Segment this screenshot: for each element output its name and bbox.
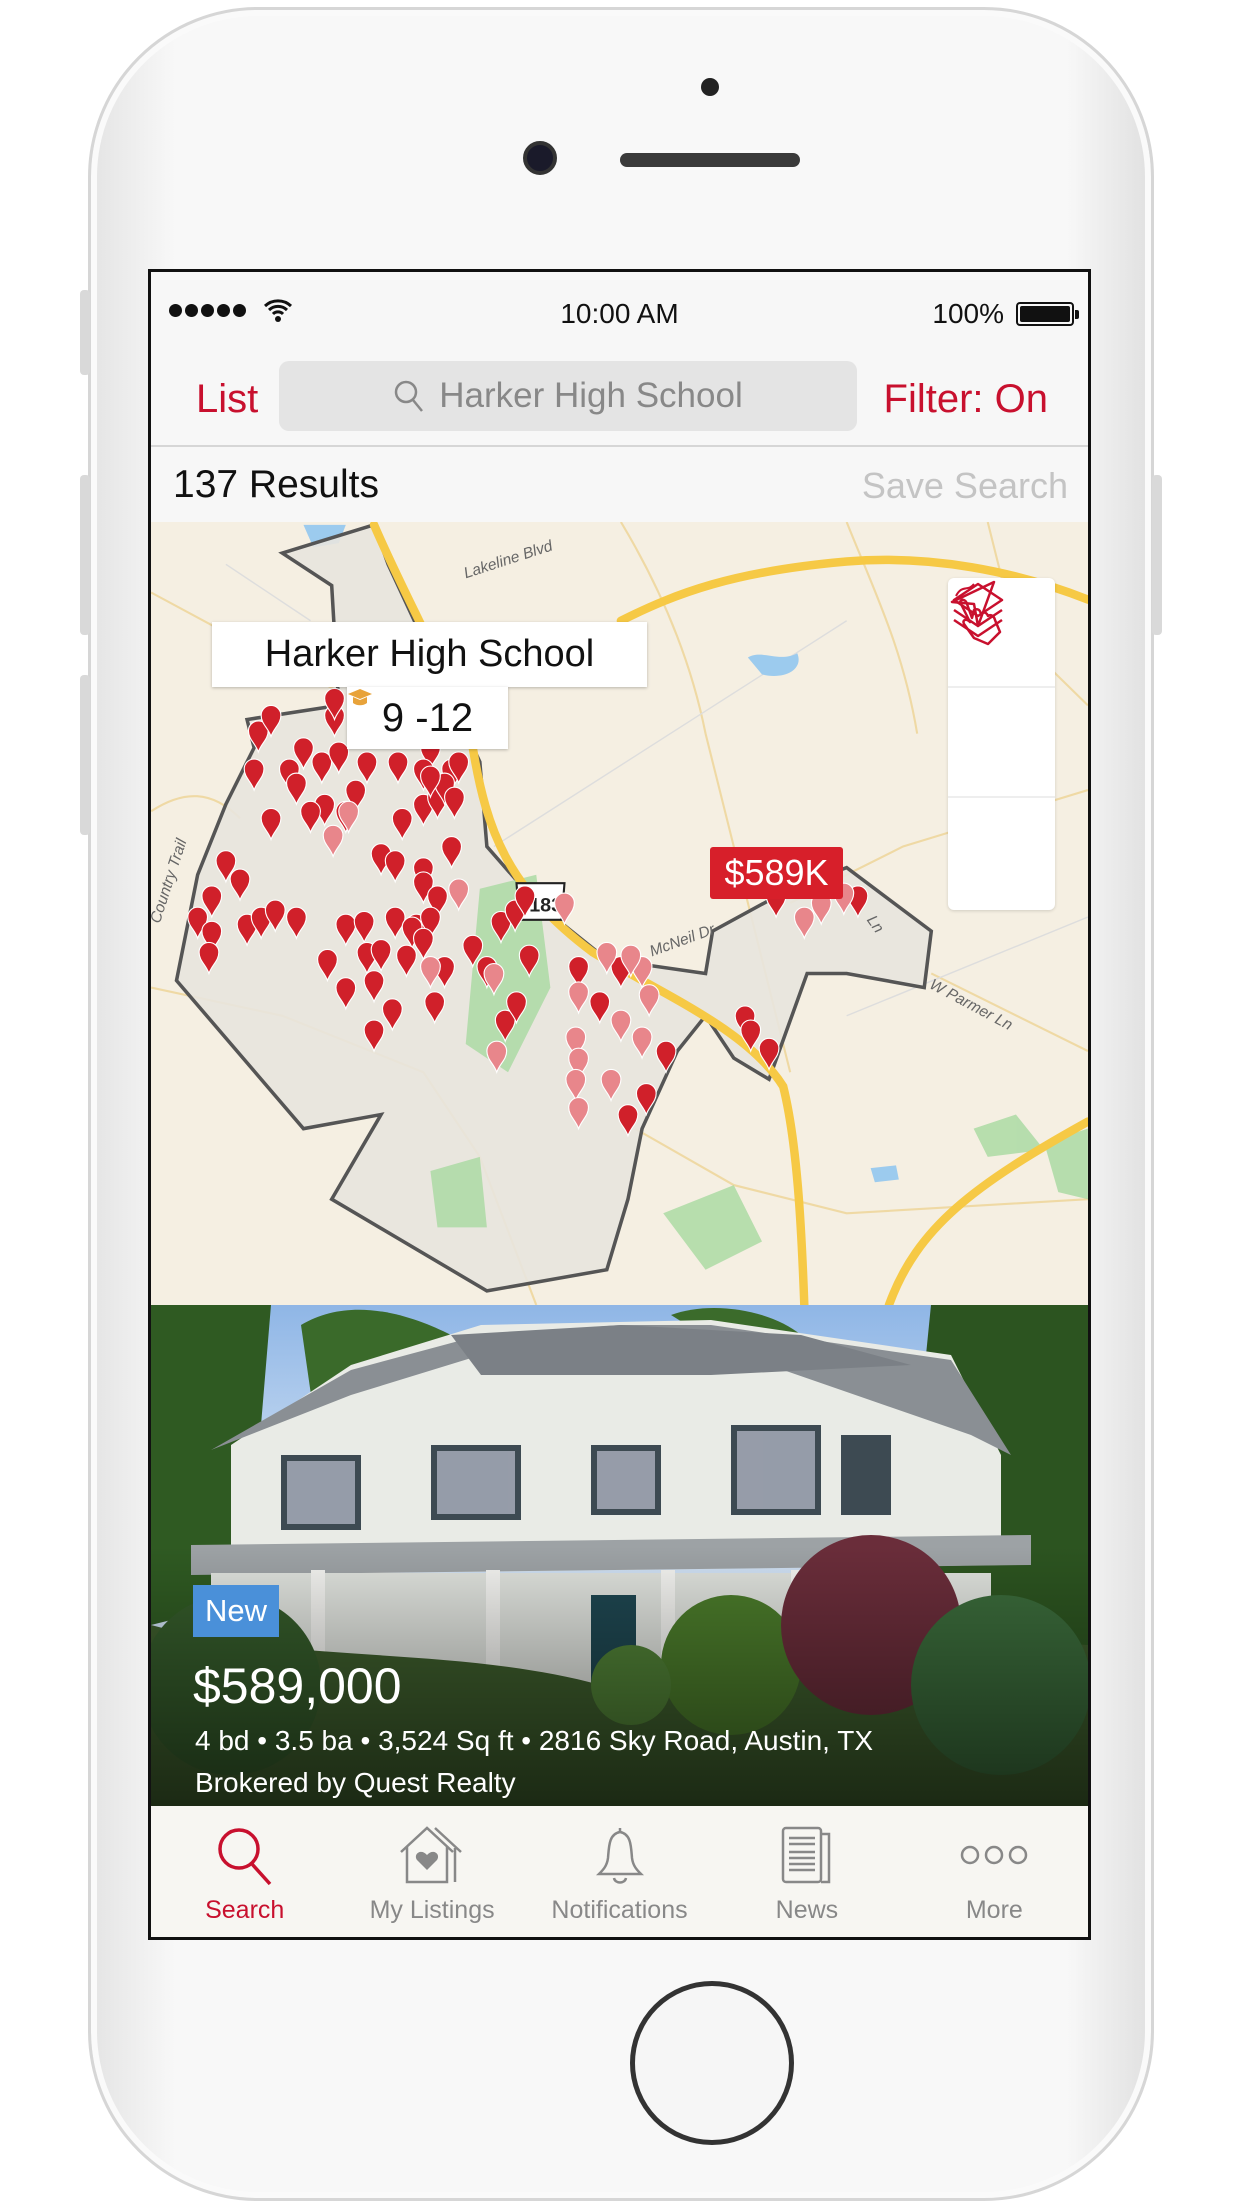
road-label-country: Country Trail (151, 836, 191, 925)
volume-down-button (80, 675, 90, 835)
tab-label: Notifications (551, 1896, 688, 1924)
listing-price: $589,000 (193, 1658, 402, 1714)
school-grades-callout[interactable]: 9 -12 (347, 687, 508, 749)
tab-search[interactable]: Search (151, 1806, 338, 1937)
house-heart-icon (400, 1826, 462, 1884)
filter-button[interactable]: Filter: On (884, 377, 1048, 422)
road-label-parmer: W Parmer Ln (927, 976, 1016, 1034)
listing-broker: Brokered by Quest Realty (195, 1767, 516, 1798)
tab-notifications[interactable]: Notifications (526, 1806, 713, 1937)
new-badge: New (193, 1585, 280, 1637)
earpiece-speaker (620, 153, 800, 167)
pond-2 (870, 1165, 899, 1183)
tab-more[interactable]: More (901, 1806, 1088, 1937)
results-count: 137 Results (173, 463, 379, 506)
map-layers-button[interactable] (948, 582, 1055, 908)
tab-label: Search (205, 1896, 285, 1924)
draw-search-button[interactable] (948, 583, 1055, 798)
road-label-lakeline: Lakeline Blvd (462, 537, 556, 582)
map-view[interactable]: Lakeline Blvd Country Trail McNeil Dr W … (151, 522, 1088, 1305)
search-icon (217, 1828, 272, 1886)
sensor (701, 78, 719, 96)
pond (747, 653, 799, 676)
tab-label: My Listings (369, 1896, 495, 1924)
home-button[interactable] (630, 1981, 794, 2145)
tab-label: More (965, 1896, 1023, 1924)
status-bar: 10:00 AM 100% (151, 272, 1088, 353)
save-search-button[interactable]: Save Search (862, 465, 1068, 507)
newspaper-icon (781, 1826, 831, 1884)
search-value: Harker High School (439, 376, 743, 415)
search-icon (395, 380, 424, 412)
selected-price-tag[interactable]: $589K (710, 847, 843, 899)
map-controls (948, 578, 1055, 910)
more-dots-icon (961, 1845, 1028, 1865)
power-button (1152, 475, 1162, 635)
tab-my-listings[interactable]: My Listings (338, 1806, 525, 1937)
listing-details: 4 bd • 3.5 ba • 3,524 Sq ft • 2816 Sky R… (195, 1725, 873, 1756)
school-name-callout[interactable]: Harker High School (212, 622, 647, 687)
battery-icon (1016, 302, 1079, 326)
list-button[interactable]: List (196, 377, 258, 422)
tab-label: News (775, 1896, 839, 1924)
results-bar: 137 Results Save Search (151, 447, 1088, 522)
tab-news[interactable]: News (713, 1806, 900, 1937)
app-screen: 10:00 AM 100% List Harker High School Fi… (148, 269, 1091, 1940)
volume-up-button (80, 475, 90, 635)
search-input[interactable]: Harker High School (279, 361, 857, 431)
layers-icon (952, 582, 1004, 638)
nav-bar: List Harker High School Filter: On (151, 353, 1088, 447)
bell-icon (595, 1828, 644, 1884)
graduation-cap-icon (348, 689, 372, 706)
listing-card[interactable]: New $589,000 4 bd • 3.5 ba • 3,524 Sq ft… (151, 1305, 1088, 1806)
tab-bar: Search My Listings Notifications News Mo… (151, 1806, 1088, 1937)
mute-switch (80, 290, 90, 375)
school-grades: 9 -12 (381, 696, 474, 740)
battery-percent: 100% (932, 298, 1004, 329)
front-camera (523, 141, 557, 175)
